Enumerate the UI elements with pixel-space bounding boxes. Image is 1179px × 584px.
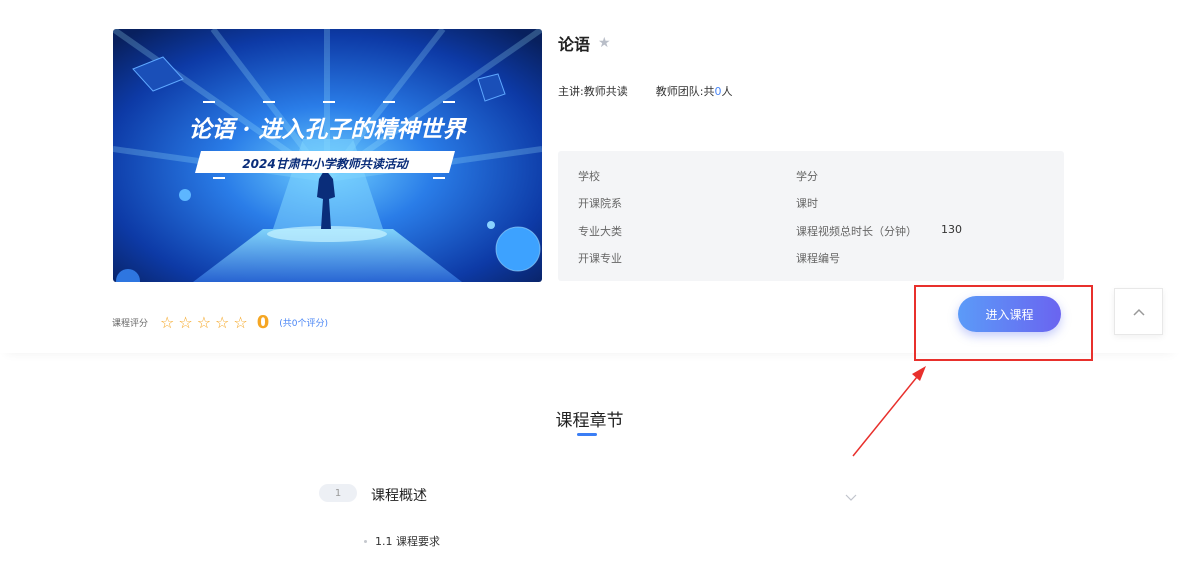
chevron-down-icon[interactable] — [845, 487, 857, 506]
chapter-title[interactable]: 课程概述 — [371, 485, 427, 505]
lesson-item[interactable]: 1.1 课程要求 — [364, 533, 440, 549]
section-title-underline — [577, 433, 597, 436]
bullet-dot-icon — [364, 539, 367, 543]
chapter-number-badge: 1 — [319, 484, 357, 502]
annotation-arrow-icon — [852, 366, 926, 457]
lesson-title: 1.1 课程要求 — [375, 535, 440, 548]
chapters-section-title: 课程章节 — [555, 411, 624, 431]
